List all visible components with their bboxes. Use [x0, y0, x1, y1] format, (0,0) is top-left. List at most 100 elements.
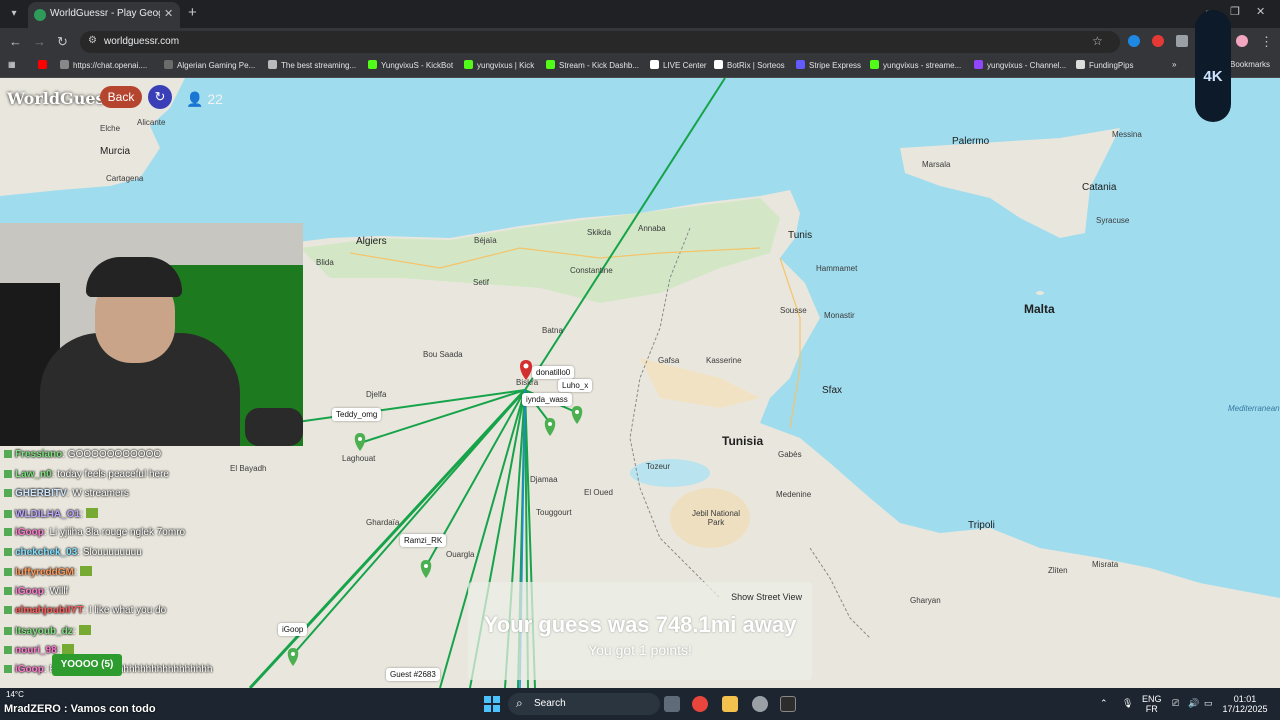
- show-street-view-link[interactable]: Show Street View: [731, 592, 802, 602]
- bookmark-item[interactable]: Stream - Kick Dashb...: [546, 60, 639, 74]
- volume-icon[interactable]: 🔊: [1188, 698, 1199, 708]
- close-window-icon[interactable]: ✕: [1256, 5, 1265, 18]
- chat-badge-icon: [4, 450, 12, 458]
- close-tab-icon[interactable]: ✕: [164, 7, 173, 20]
- chat-text: : today feels peaceful here: [51, 468, 169, 480]
- bookmark-favicon-icon: [60, 60, 69, 69]
- chat-message: Law_n0: today feels peaceful here: [4, 469, 169, 480]
- back-button[interactable]: Back: [100, 86, 142, 108]
- chat-username[interactable]: Law_n0: [15, 469, 52, 480]
- battery-icon[interactable]: ▭: [1204, 698, 1213, 708]
- bookmark-label: BotRix | Sorteos: [727, 61, 785, 70]
- terminal-icon[interactable]: [780, 696, 796, 712]
- place-gabes: Gabès: [778, 450, 802, 459]
- bookmark-label: The best streaming...: [281, 61, 357, 70]
- taskbar-search[interactable]: ⌕ Search: [508, 693, 660, 715]
- place-sousse: Sousse: [780, 306, 807, 315]
- browser-tab[interactable]: WorldGuessr - Play Geoguessr F ✕: [28, 2, 180, 28]
- bookmark-item[interactable]: LIVE Center: [650, 60, 707, 74]
- obs-icon[interactable]: [752, 696, 768, 712]
- bookmark-item[interactable]: BotRix | Sorteos: [714, 60, 785, 74]
- tab-search-icon[interactable]: ▾: [6, 6, 22, 22]
- chat-username[interactable]: chekchek_03: [15, 547, 77, 558]
- new-tab-button[interactable]: +: [188, 4, 197, 21]
- yoooo-poll-button[interactable]: YOOOO (5): [52, 654, 122, 676]
- bookmark-star-icon[interactable]: ☆: [1092, 34, 1103, 48]
- chat-username[interactable]: luffyreddGM: [15, 567, 74, 578]
- forward-arrow-icon[interactable]: →: [33, 34, 46, 49]
- maximize-icon[interactable]: ❐: [1230, 5, 1240, 18]
- place-gafsa: Gafsa: [658, 356, 680, 365]
- bookmark-item[interactable]: Algerian Gaming Pe...: [164, 60, 255, 74]
- chat-text: :: [80, 508, 83, 520]
- extension-icon[interactable]: [1128, 35, 1140, 47]
- place-setif: Setif: [473, 278, 490, 287]
- chat-text: : GOOOOOOOOOOO: [62, 449, 162, 460]
- bookmark-favicon-icon: [368, 60, 377, 69]
- chat-username[interactable]: elmahjoubiIYT: [15, 605, 83, 616]
- profile-avatar[interactable]: [1236, 35, 1248, 47]
- bookmark-item[interactable]: FundingPips: [1076, 60, 1133, 74]
- browser-menu-icon[interactable]: ⋮: [1260, 34, 1273, 50]
- chat-username[interactable]: iGoop: [15, 527, 44, 538]
- place-djamaa: Djamaa: [530, 475, 558, 484]
- bookmarks-bar: ▦ https://chat.openai.... Algerian Gaming…: [0, 56, 1280, 78]
- place-marsala: Marsala: [922, 160, 951, 169]
- reload-icon[interactable]: ↻: [57, 34, 68, 50]
- bookmark-item[interactable]: Stripe Express: [796, 60, 861, 74]
- clock[interactable]: 01:01 17/12/2025: [1222, 694, 1268, 714]
- place-skikda: Skikda: [587, 228, 612, 237]
- chat-username[interactable]: iGoop: [15, 664, 44, 675]
- lang-top: ENG: [1142, 694, 1162, 704]
- bookmark-label: yungvixus - streame...: [883, 61, 962, 70]
- task-view-icon[interactable]: [664, 696, 680, 712]
- chat-username[interactable]: Fressiano: [15, 449, 62, 460]
- chat-username[interactable]: WLDILHA_O1: [15, 509, 80, 520]
- player-label: iynda_wass: [522, 393, 572, 406]
- refresh-icon[interactable]: ↻: [148, 85, 172, 109]
- points-text: You got 1 points!: [588, 642, 692, 658]
- bookmark-item[interactable]: yungvixus - Channel...: [974, 60, 1066, 74]
- bookmark-item[interactable]: YungvixuS - KickBot: [368, 60, 453, 74]
- chat-username[interactable]: iGoop: [15, 586, 44, 597]
- weather-widget[interactable]: 14°C: [6, 690, 24, 699]
- chat-text: : W streamers: [66, 488, 129, 499]
- place-kasserine: Kasserine: [706, 356, 742, 365]
- chat-text: : I like what you do: [83, 605, 167, 616]
- all-bookmarks[interactable]: Bookmarks: [1230, 60, 1270, 74]
- back-arrow-icon[interactable]: ←: [9, 34, 22, 49]
- bookmark-favicon-icon: [714, 60, 723, 69]
- chrome-icon[interactable]: [692, 696, 708, 712]
- bookmarks-overflow-icon[interactable]: »: [1172, 60, 1176, 74]
- chat-username[interactable]: GHERBITV: [15, 488, 67, 499]
- chat-badge-icon: [4, 586, 12, 595]
- address-bar[interactable]: ⚙ worldguessr.com ☆: [80, 31, 1120, 53]
- file-explorer-icon[interactable]: [722, 696, 738, 712]
- network-icon[interactable]: ⎚: [1172, 698, 1179, 708]
- extensions-puzzle-icon[interactable]: [1176, 35, 1188, 47]
- place-batna: Batna: [542, 326, 563, 335]
- language-indicator[interactable]: ENG FR: [1142, 694, 1162, 714]
- microphone-icon[interactable]: 🎙: [1122, 698, 1133, 708]
- place-catania: Catania: [1082, 182, 1117, 193]
- site-info-icon[interactable]: ⚙: [88, 35, 97, 46]
- chat-text: : Wlllf: [43, 585, 69, 597]
- place-annaba: Annaba: [638, 224, 666, 233]
- apps-grid-icon[interactable]: ▦: [8, 60, 16, 74]
- chat-badge-icon: [4, 606, 12, 614]
- bookmark-item[interactable]: yungvixus - streame...: [870, 60, 961, 74]
- place-touggourt: Touggourt: [536, 508, 572, 517]
- youtube-icon[interactable]: [38, 60, 51, 74]
- country-tunisia: Tunisia: [722, 434, 764, 448]
- chat-username[interactable]: Itsayoub_dz: [15, 626, 73, 637]
- place-cartagena: Cartagena: [106, 174, 144, 183]
- bookmark-item[interactable]: yungvixus | Kick: [464, 60, 534, 74]
- chat-username[interactable]: nouri_98: [15, 645, 57, 656]
- bookmark-item[interactable]: https://chat.openai....: [60, 60, 147, 74]
- extension-icon[interactable]: [1152, 35, 1164, 47]
- bookmark-item[interactable]: The best streaming...: [268, 60, 356, 74]
- bookmark-favicon-icon: [796, 60, 805, 69]
- tray-overflow-icon[interactable]: ⌃: [1100, 698, 1108, 708]
- bookmark-favicon-icon: [870, 60, 879, 69]
- windows-start-icon[interactable]: [484, 696, 500, 712]
